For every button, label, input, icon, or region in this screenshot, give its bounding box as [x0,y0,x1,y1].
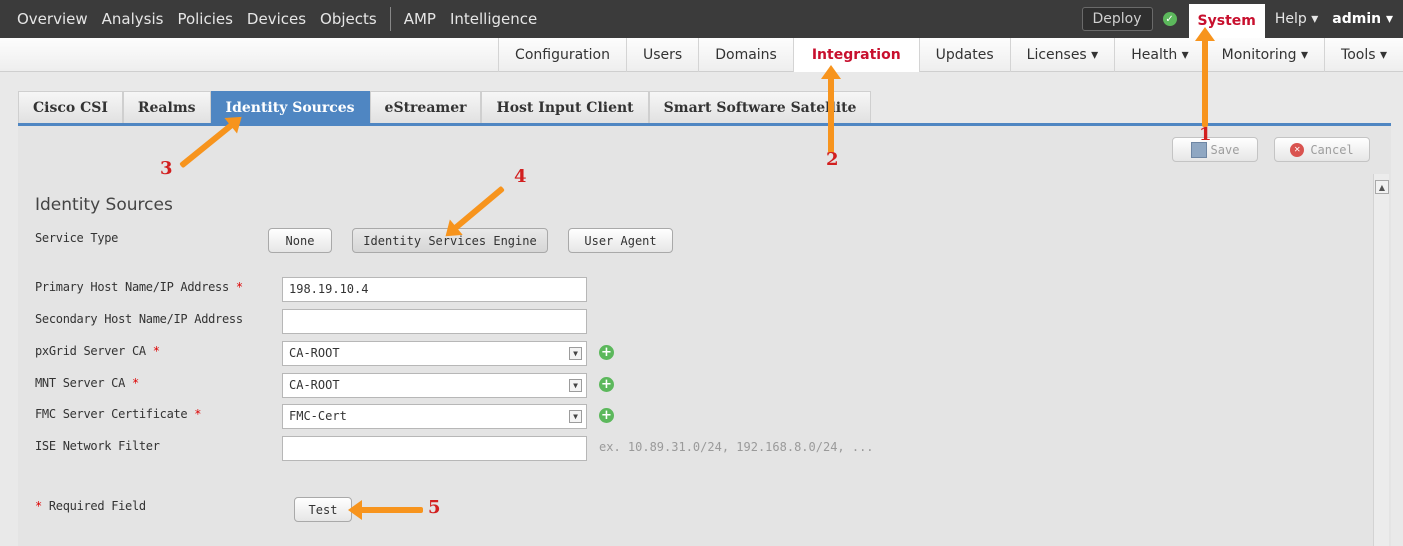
annotation-marker-2: 2 [826,149,839,170]
mnt-ca-value: CA-ROOT [289,378,340,392]
annotation-marker-3: 3 [160,158,173,179]
annotation-marker-4: 4 [514,166,527,187]
subnav-monitoring[interactable]: Monitoring ▾ [1204,38,1324,72]
secondary-host-input[interactable] [282,309,587,334]
tab-realms[interactable]: Realms [122,91,211,123]
mnt-ca-label: MNT Server CA * [35,376,139,390]
system-sub-navigation: Configuration Users Domains Integration … [0,38,1403,72]
cancel-label: Cancel [1310,142,1354,157]
fmc-cert-value: FMC-Cert [289,409,347,423]
content-panel [18,126,1391,546]
fmc-cert-select[interactable]: FMC-Cert ▼ [282,404,587,429]
annotation-marker-5: 5 [428,497,441,518]
vertical-scrollbar[interactable]: ▲ [1373,174,1389,546]
nav-objects[interactable]: Objects [313,10,384,28]
integration-tabs: Cisco CSI Realms Identity Sources eStrea… [18,89,872,123]
nav-devices[interactable]: Devices [240,10,313,28]
nav-policies[interactable]: Policies [170,10,239,28]
subnav-licenses[interactable]: Licenses ▾ [1009,38,1115,72]
top-navigation-bar: Overview Analysis Policies Devices Objec… [0,0,1403,38]
nav-overview[interactable]: Overview [10,10,95,28]
add-mnt-ca-plus-icon[interactable]: + [599,377,614,392]
primary-host-label: Primary Host Name/IP Address * [35,280,243,294]
deploy-button[interactable]: Deploy [1081,7,1153,31]
add-fmc-cert-plus-icon[interactable]: + [599,408,614,423]
subnav-domains[interactable]: Domains [698,38,793,72]
nav-amp[interactable]: AMP [397,10,443,28]
nav-intelligence[interactable]: Intelligence [443,10,544,28]
pxgrid-ca-label: pxGrid Server CA * [35,344,160,358]
annotation-marker-1: 1 [1199,124,1212,145]
chevron-down-icon: ▼ [569,379,582,392]
service-type-user-agent-button[interactable]: User Agent [568,228,673,253]
section-title: Identity Sources [35,195,173,215]
service-type-none-button[interactable]: None [268,228,332,253]
subnav-users[interactable]: Users [626,38,698,72]
tab-cisco-csi[interactable]: Cisco CSI [18,91,123,123]
nav-admin-user[interactable]: admin ▾ [1328,11,1403,27]
nav-divider [389,7,391,31]
mnt-ca-select[interactable]: CA-ROOT ▼ [282,373,587,398]
annotation-arrow-5 [358,507,423,513]
subnav-health[interactable]: Health ▾ [1114,38,1204,72]
service-type-label: Service Type [35,231,119,245]
save-button[interactable]: Save [1172,137,1258,162]
primary-host-input[interactable]: 198.19.10.4 [282,277,587,302]
annotation-arrow-2 [828,75,834,153]
cancel-button[interactable]: ✕ Cancel [1274,137,1370,162]
add-pxgrid-ca-plus-icon[interactable]: + [599,345,614,360]
nav-analysis[interactable]: Analysis [95,10,171,28]
ise-filter-hint: ex. 10.89.31.0/24, 192.168.8.0/24, ... [599,440,874,454]
subnav-configuration[interactable]: Configuration [498,38,626,72]
tab-host-input-client[interactable]: Host Input Client [481,91,649,123]
subnav-updates[interactable]: Updates [918,38,1010,72]
subnav-integration[interactable]: Integration [792,38,919,72]
health-status-check-icon[interactable]: ✓ [1162,12,1177,26]
subnav-tools[interactable]: Tools ▾ [1324,38,1403,72]
tab-smart-software-satellite[interactable]: Smart Software Satellite [648,91,872,123]
required-field-note: * Required Field [35,499,146,513]
nav-help[interactable]: Help ▾ [1265,11,1328,27]
ise-network-filter-input[interactable] [282,436,587,461]
scroll-up-icon[interactable]: ▲ [1375,180,1389,194]
secondary-host-label: Secondary Host Name/IP Address [35,312,243,326]
annotation-arrow-1 [1202,37,1208,127]
save-label: Save [1210,142,1240,157]
pxgrid-ca-select[interactable]: CA-ROOT ▼ [282,341,587,366]
chevron-down-icon: ▼ [569,347,582,360]
ise-filter-label: ISE Network Filter [35,439,160,453]
pxgrid-ca-value: CA-ROOT [289,346,340,360]
cancel-x-icon: ✕ [1290,142,1305,157]
chevron-down-icon: ▼ [569,410,582,423]
test-button[interactable]: Test [294,497,352,522]
tab-estreamer[interactable]: eStreamer [369,91,482,123]
fmc-cert-label: FMC Server Certificate * [35,407,202,421]
